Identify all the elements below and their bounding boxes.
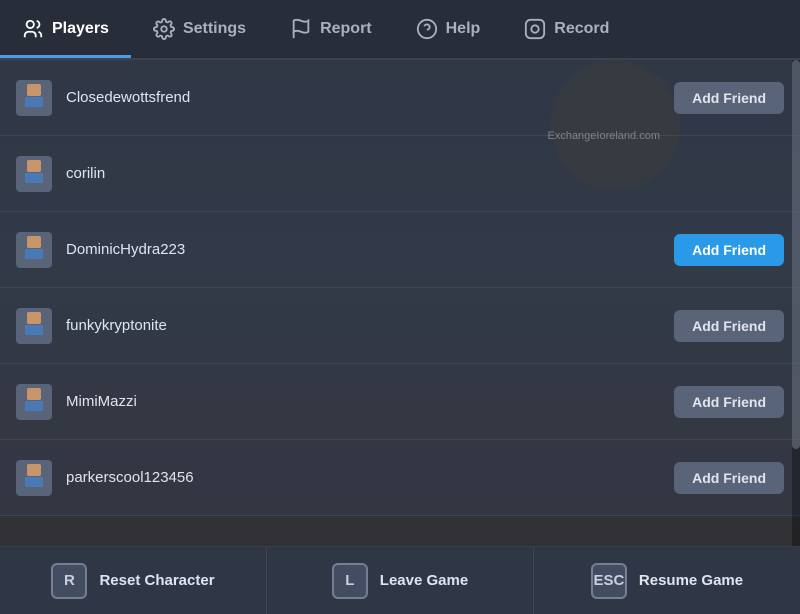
player-row[interactable]: parkerscool123456Add Friend (0, 440, 800, 516)
nav-label-record: Record (554, 20, 609, 38)
help-icon (416, 18, 438, 40)
avatar (16, 80, 52, 116)
player-row[interactable]: ClosedewottsfrendAdd Friend (0, 60, 800, 136)
players-list[interactable]: ClosedewottsfrendAdd FriendcorilinDomini… (0, 60, 800, 546)
avatar (16, 308, 52, 344)
players-icon (22, 18, 44, 40)
player-row[interactable]: MimiMazziAdd Friend (0, 364, 800, 440)
player-name: funkykryptonite (66, 317, 674, 334)
record-icon (524, 18, 546, 40)
key-badge: R (51, 563, 87, 599)
avatar (16, 156, 52, 192)
main-panel: Players Settings Report Help Record Closedew… (0, 0, 800, 614)
settings-icon (153, 18, 175, 40)
nav-label-settings: Settings (183, 20, 246, 38)
scrollbar-track[interactable] (792, 60, 800, 546)
nav-label-report: Report (320, 20, 372, 38)
nav-label-help: Help (446, 20, 481, 38)
report-icon (290, 18, 312, 40)
player-row[interactable]: corilin (0, 136, 800, 212)
avatar (16, 384, 52, 420)
add-friend-button[interactable]: Add Friend (674, 234, 784, 266)
action-btn-reset-character[interactable]: R Reset Character (0, 547, 267, 614)
player-name: DominicHydra223 (66, 241, 674, 258)
nav-bar: Players Settings Report Help Record (0, 0, 800, 60)
add-friend-button[interactable]: Add Friend (674, 82, 784, 114)
nav-item-settings[interactable]: Settings (131, 0, 268, 58)
player-name: corilin (66, 165, 784, 182)
add-friend-button[interactable]: Add Friend (674, 386, 784, 418)
action-bar: R Reset Character L Leave Game ESC Resume Gam… (0, 546, 800, 614)
player-name: parkerscool123456 (66, 469, 674, 486)
nav-item-report[interactable]: Report (268, 0, 394, 58)
scrollbar-thumb[interactable] (792, 60, 800, 449)
key-badge: L (332, 563, 368, 599)
avatar (16, 232, 52, 268)
player-row[interactable]: funkykryptoniteAdd Friend (0, 288, 800, 364)
add-friend-button[interactable]: Add Friend (674, 310, 784, 342)
action-label: Leave Game (380, 572, 468, 589)
player-name: Closedewottsfrend (66, 89, 674, 106)
key-badge: ESC (591, 563, 627, 599)
player-row[interactable]: DominicHydra223Add Friend (0, 212, 800, 288)
action-btn-leave-game[interactable]: L Leave Game (267, 547, 534, 614)
nav-label-players: Players (52, 20, 109, 38)
action-label: Reset Character (99, 572, 214, 589)
nav-item-players[interactable]: Players (0, 0, 131, 58)
action-label: Resume Game (639, 572, 743, 589)
nav-item-record[interactable]: Record (502, 0, 631, 58)
player-name: MimiMazzi (66, 393, 674, 410)
action-btn-resume-game[interactable]: ESC Resume Game (534, 547, 800, 614)
nav-item-help[interactable]: Help (394, 0, 503, 58)
add-friend-button[interactable]: Add Friend (674, 462, 784, 494)
avatar (16, 460, 52, 496)
